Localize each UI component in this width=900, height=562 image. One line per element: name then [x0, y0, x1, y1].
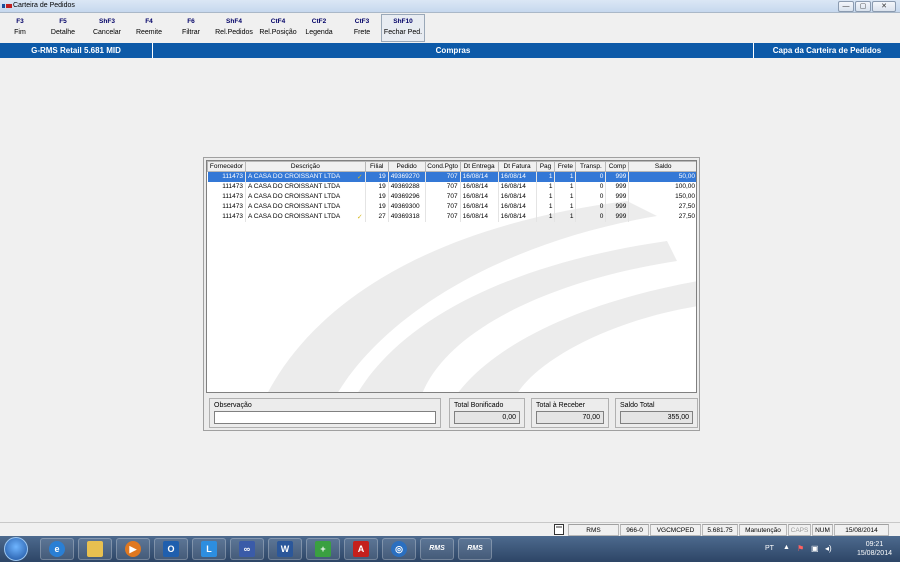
total-receber-field: 70,00 — [536, 411, 604, 424]
table-row[interactable]: 111473 A CASA DO CROISSANT LTDA ✓ 27 4936… — [207, 211, 696, 222]
network-tray-icon[interactable]: ▣ — [811, 544, 819, 553]
check-icon: ✓ — [356, 213, 363, 221]
observation-field[interactable] — [214, 411, 436, 424]
taskbar: e ▶ O L ∞ W + A ◎ RMS RMS PT ▲ ⚑ ▣ ◂) 09… — [0, 536, 900, 562]
screen-label: Capa da Carteira de Pedidos — [772, 46, 882, 55]
description-text: A CASA DO CROISSANT LTDA — [247, 172, 341, 180]
status-code: 966-0 — [620, 524, 649, 536]
table-row[interactable]: 111473 A CASA DO CROISSANT LTDA ✓ 19 4936… — [207, 171, 696, 182]
toolbar-button-detalhe[interactable]: F5 Detalhe — [45, 16, 81, 38]
column-header[interactable]: Frete — [554, 161, 577, 172]
status-bar: RMS 966-0 VGCMCPED 5.681.75 Manutenção C… — [0, 522, 900, 536]
toolbar-button-cancelar[interactable]: ShF3 Cancelar — [87, 16, 127, 38]
toolbar-button-legenda[interactable]: CtF2 Legenda — [300, 16, 338, 38]
status-version: 5.681.75 — [702, 524, 738, 536]
table-header-row: Fornecedor Descrição Filial Pedido Cond.… — [207, 161, 696, 172]
language-indicator[interactable]: PT — [765, 545, 774, 552]
column-header[interactable]: Transp. — [575, 161, 607, 172]
app-icon — [2, 4, 12, 8]
description-text: A CASA DO CROISSANT LTDA — [247, 203, 341, 210]
window-title: Carteira de Pedidos — [13, 2, 75, 9]
toolbar-button-fim[interactable]: F3 Fim — [2, 16, 38, 38]
observation-label: Observação — [214, 402, 252, 409]
observation-group: Observação — [209, 398, 441, 428]
total-bonificado-group: Total Bonificado 0,00 — [449, 398, 525, 428]
description-text: A CASA DO CROISSANT LTDA — [247, 212, 341, 220]
orders-table: Fornecedor Descrição Filial Pedido Cond.… — [207, 161, 696, 222]
status-num: NUM — [812, 524, 833, 536]
orders-panel: Fornecedor Descrição Filial Pedido Cond.… — [203, 157, 700, 431]
column-header[interactable]: Cond.Pgto — [424, 161, 461, 172]
minimize-button[interactable]: — — [838, 1, 854, 12]
saldo-total-group: Saldo Total 355,00 — [615, 398, 698, 428]
table-row[interactable]: 111473 A CASA DO CROISSANT LTDA 19 49369… — [207, 201, 696, 212]
clock[interactable]: 09:21 15/08/2014 — [857, 540, 892, 558]
ie-icon[interactable]: e — [40, 538, 74, 560]
column-header[interactable]: Pag — [535, 161, 556, 172]
outlook-icon[interactable]: O — [154, 538, 188, 560]
function-toolbar: F3 Fim F5 Detalhe ShF3 Cancelar F4 Reemite F… — [0, 13, 900, 43]
clock-time: 09:21 — [865, 541, 884, 548]
infinity-icon[interactable]: ∞ — [230, 538, 264, 560]
status-program: VGCMCPED — [650, 524, 701, 536]
rms-icon[interactable]: RMS — [420, 538, 454, 560]
column-header[interactable]: Comp — [605, 161, 630, 172]
tray-expand-icon[interactable]: ▲ — [783, 544, 790, 551]
saldo-total-label: Saldo Total — [620, 402, 655, 409]
orders-grid[interactable]: Fornecedor Descrição Filial Pedido Cond.… — [206, 160, 697, 393]
column-header[interactable]: Dt Fatura — [497, 161, 537, 172]
total-bonificado-label: Total Bonificado — [454, 402, 504, 409]
volume-icon[interactable]: ◂) — [825, 544, 832, 553]
status-caps: CAPS — [788, 524, 811, 536]
toolbar-button-frete[interactable]: CtF3 Frete — [344, 16, 380, 38]
status-system: RMS — [568, 524, 619, 536]
total-bonificado-field: 0,00 — [454, 411, 520, 424]
column-header[interactable]: Filial — [364, 161, 389, 172]
pdf-icon[interactable]: A — [344, 538, 378, 560]
medical-app-icon[interactable]: + — [306, 538, 340, 560]
description-text: A CASA DO CROISSANT LTDA — [247, 193, 341, 200]
toolbar-button-filtrar[interactable]: F6 Filtrar — [173, 16, 209, 38]
maximize-button[interactable]: ▢ — [855, 1, 871, 12]
rms-icon[interactable]: RMS — [458, 538, 492, 560]
status-date: 15/08/2014 — [834, 524, 889, 536]
toolbar-button-rel-posicao[interactable]: CtF4 Rel.Posição — [256, 16, 300, 38]
table-row[interactable]: 111473 A CASA DO CROISSANT LTDA 19 49369… — [207, 181, 696, 192]
column-header[interactable]: Dt Entrega — [459, 161, 499, 172]
explorer-icon[interactable] — [78, 538, 112, 560]
start-button[interactable] — [4, 537, 28, 561]
network-icon[interactable]: ◎ — [382, 538, 416, 560]
system-version-label: G-RMS Retail 5.681 MID — [31, 46, 121, 55]
title-bar: Carteira de Pedidos — ▢ ✕ — [0, 0, 900, 13]
column-header[interactable]: Fornecedor — [207, 161, 246, 172]
total-receber-label: Total à Receber — [536, 402, 586, 409]
saldo-total-field: 355,00 — [620, 411, 693, 424]
column-header[interactable]: Descrição — [244, 161, 366, 172]
close-button[interactable]: ✕ — [872, 1, 896, 12]
clock-date: 15/08/2014 — [856, 550, 892, 557]
document-icon — [552, 524, 566, 536]
table-row[interactable]: 111473 A CASA DO CROISSANT LTDA 19 49369… — [207, 191, 696, 202]
media-player-icon[interactable]: ▶ — [116, 538, 150, 560]
module-label: Compras — [435, 46, 471, 55]
toolbar-button-fechar-ped[interactable]: ShF10 Fechar Ped. — [381, 14, 425, 42]
column-header[interactable]: Pedido — [387, 161, 426, 172]
status-mode: Manutenção — [739, 524, 787, 536]
check-icon: ✓ — [356, 173, 363, 181]
toolbar-button-rel-pedidos[interactable]: ShF4 Rel.Pedidos — [212, 16, 256, 38]
word-icon[interactable]: W — [268, 538, 302, 560]
column-header[interactable]: Saldo — [628, 161, 696, 172]
action-center-icon[interactable]: ⚑ — [797, 544, 804, 553]
total-receber-group: Total à Receber 70,00 — [531, 398, 609, 428]
lync-icon[interactable]: L — [192, 538, 226, 560]
toolbar-button-reemite[interactable]: F4 Reemite — [130, 16, 168, 38]
context-header-bar: G-RMS Retail 5.681 MID Compras Capa da C… — [0, 43, 900, 58]
description-text: A CASA DO CROISSANT LTDA — [247, 183, 341, 190]
